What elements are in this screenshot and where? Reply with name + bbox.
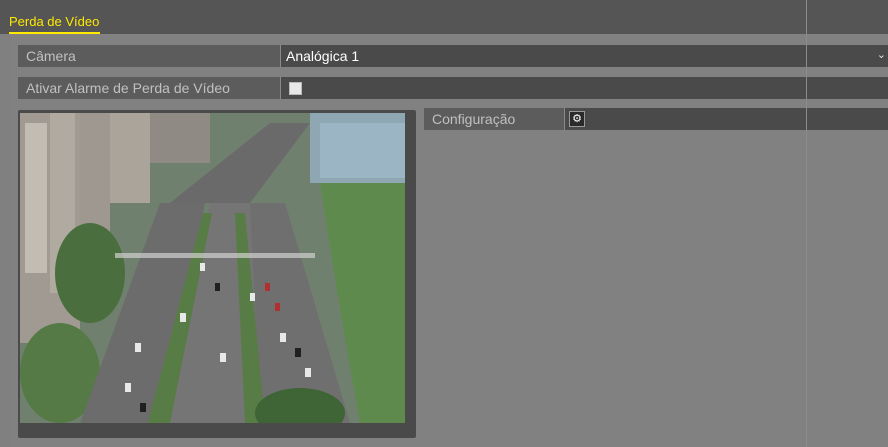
camera-preview-image <box>20 113 405 423</box>
tab-video-loss[interactable]: Perda de Vídeo <box>9 12 101 34</box>
camera-select-value: Analógica 1 <box>286 48 360 64</box>
alarm-enable-checkbox[interactable] <box>289 82 302 95</box>
settings-label: Configuração <box>424 108 564 130</box>
title-bar: Perda de Vídeo <box>0 0 888 34</box>
alarm-label: Ativar Alarme de Perda de Vídeo <box>18 77 280 99</box>
camera-preview-illustration <box>20 113 405 423</box>
gear-icon[interactable]: ⚙ <box>569 111 585 127</box>
alarm-row: Ativar Alarme de Perda de Vídeo <box>18 77 888 99</box>
chevron-down-icon[interactable]: ⌄ <box>877 45 886 67</box>
settings-value-cell: ⚙ <box>565 108 888 130</box>
alarm-value-cell <box>281 77 888 99</box>
camera-select[interactable]: Analógica 1 ⌄ <box>281 45 888 67</box>
camera-row: Câmera Analógica 1 ⌄ <box>18 45 888 67</box>
settings-row: Configuração ⚙ <box>424 108 888 130</box>
camera-label: Câmera <box>18 45 280 67</box>
screen-divider-line <box>806 0 807 447</box>
